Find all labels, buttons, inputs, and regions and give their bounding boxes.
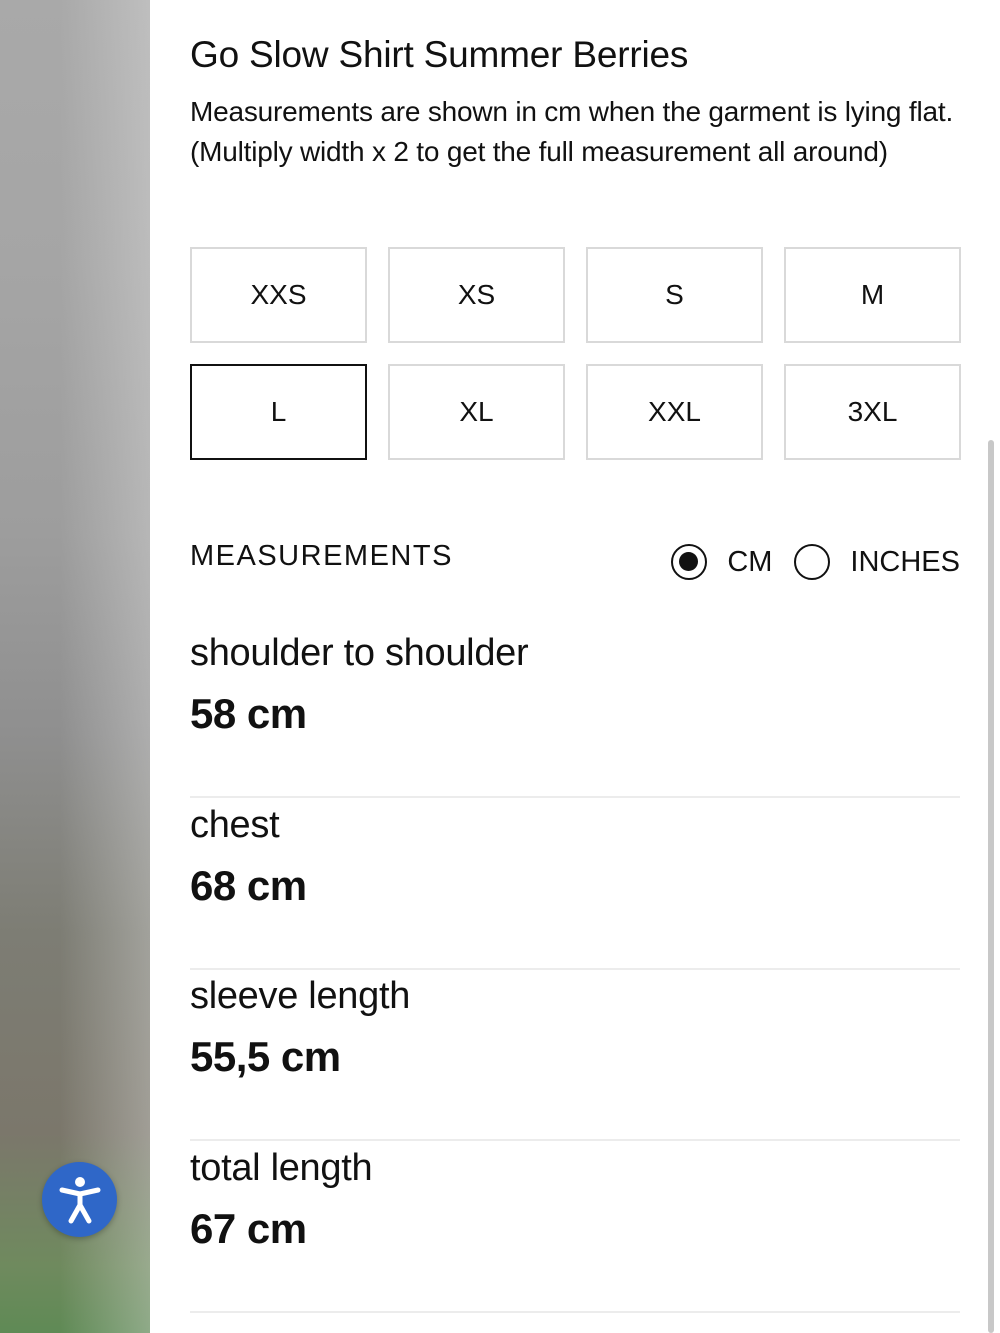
size-option-3xl[interactable]: 3XL xyxy=(784,364,961,460)
measurement-value: 68 cm xyxy=(190,861,307,909)
inches-label[interactable]: INCHES xyxy=(850,546,960,579)
blurred-page-backdrop[interactable] xyxy=(0,0,150,1333)
measurement-label: sleeve length xyxy=(190,975,411,1017)
cm-label[interactable]: CM xyxy=(727,546,772,579)
size-option-xxl[interactable]: XXL xyxy=(586,364,763,460)
measurement-list: shoulder to shoulder 58 cm chest 68 cm s… xyxy=(190,628,960,1314)
measurement-row: sleeve length 55,5 cm xyxy=(190,971,960,1141)
measurement-row: shoulder to shoulder 58 cm xyxy=(190,628,960,798)
inches-radio[interactable] xyxy=(794,544,831,580)
size-option-xl[interactable]: XL xyxy=(388,364,565,460)
product-title: Go Slow Shirt Summer Berries xyxy=(190,34,689,75)
unit-toggle: CM INCHES xyxy=(671,544,960,580)
size-selector: XXS XS S M L XL XXL 3XL xyxy=(190,247,961,460)
size-option-m[interactable]: M xyxy=(784,247,961,343)
size-option-l[interactable]: L xyxy=(190,364,367,460)
measurement-label: shoulder to shoulder xyxy=(190,632,529,674)
measurement-description: Measurements are shown in cm when the ga… xyxy=(190,96,954,167)
measurement-value: 67 cm xyxy=(190,1204,307,1252)
measurement-row: chest 68 cm xyxy=(190,800,960,970)
size-option-s[interactable]: S xyxy=(586,247,763,343)
cm-radio[interactable] xyxy=(671,544,708,580)
accessibility-button[interactable] xyxy=(42,1162,117,1237)
measurement-label: chest xyxy=(190,803,280,846)
size-option-xxs[interactable]: XXS xyxy=(190,247,367,343)
measurements-heading: MEASUREMENTS xyxy=(190,540,453,572)
size-option-xs[interactable]: XS xyxy=(388,247,565,343)
measurement-label: total length xyxy=(190,1146,373,1189)
measurement-row: total length 67 cm xyxy=(190,1143,960,1313)
scrollbar[interactable] xyxy=(988,440,994,1333)
size-guide-panel: Go Slow Shirt Summer Berries Measurement… xyxy=(150,0,1000,1333)
measurement-value: 55,5 cm xyxy=(190,1033,341,1080)
measurement-value: 58 cm xyxy=(190,690,307,737)
accessibility-icon xyxy=(59,1176,100,1223)
